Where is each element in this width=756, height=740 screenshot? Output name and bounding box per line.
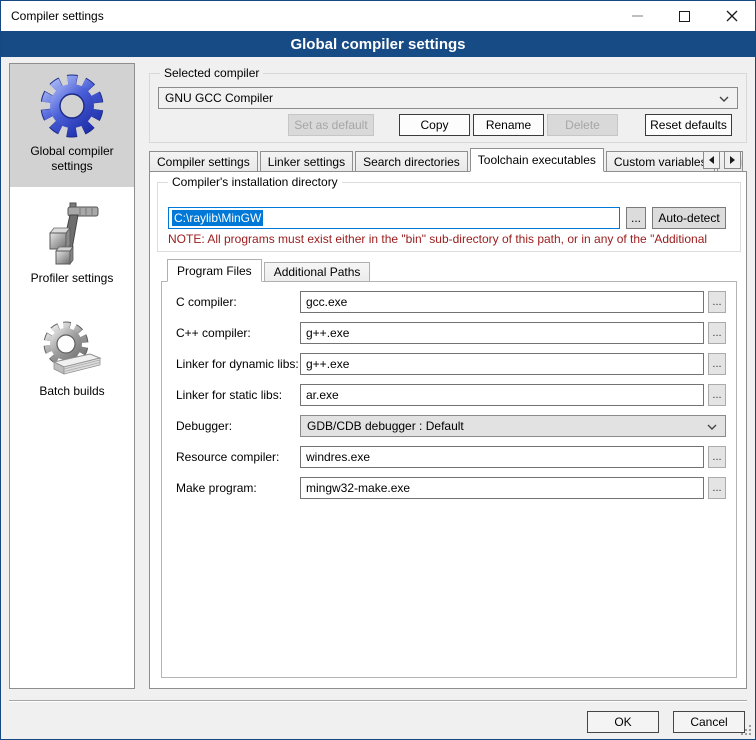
tab-custom-variables[interactable]: Custom variables <box>606 151 715 172</box>
sidebar-item-label: Profiler settings <box>10 269 134 290</box>
program-files-page: C compiler: ... C++ compiler: ... Linker… <box>161 281 737 678</box>
dynamic-linker-input[interactable] <box>300 353 704 375</box>
group-label: Selected compiler <box>160 66 263 80</box>
auto-detect-button[interactable]: Auto-detect <box>652 207 726 229</box>
close-button[interactable] <box>708 1 755 31</box>
cpp-compiler-input[interactable] <box>300 322 704 344</box>
field-row: Resource compiler: ... <box>162 446 736 470</box>
field-row: C++ compiler: ... <box>162 322 736 346</box>
settings-category-list: Global compiler settings <box>9 63 135 689</box>
field-label: Resource compiler: <box>176 450 279 464</box>
maximize-icon <box>679 11 690 22</box>
static-linker-input[interactable] <box>300 384 704 406</box>
resource-compiler-input[interactable] <box>300 446 704 468</box>
browse-button[interactable]: ... <box>708 291 726 313</box>
maximize-button[interactable] <box>661 1 708 31</box>
window-title: Compiler settings <box>11 9 104 23</box>
tab-scroll-left-button[interactable] <box>703 151 720 169</box>
arrow-left-icon <box>709 156 714 164</box>
minimize-button <box>614 1 661 31</box>
browse-button[interactable]: ... <box>708 477 726 499</box>
sidebar-item-profiler-settings[interactable]: Profiler settings <box>10 195 134 290</box>
field-row: Make program: ... <box>162 477 736 501</box>
field-row: Linker for static libs: ... <box>162 384 736 408</box>
caliper-icon <box>40 201 104 269</box>
make-program-input[interactable] <box>300 477 704 499</box>
field-label: Debugger: <box>176 419 232 433</box>
tab-search-directories[interactable]: Search directories <box>355 151 468 172</box>
installation-directory-group: Compiler's installation directory C:\ray… <box>157 182 741 252</box>
selected-path-text: C:\raylib\MinGW <box>172 210 263 226</box>
chevron-down-icon <box>707 424 717 430</box>
debugger-select-value: GDB/CDB debugger : Default <box>307 419 464 433</box>
compiler-select[interactable]: GNU GCC Compiler <box>158 87 738 109</box>
field-row: Linker for dynamic libs: ... <box>162 353 736 377</box>
field-label: Make program: <box>176 481 257 495</box>
reset-defaults-button[interactable]: Reset defaults <box>645 114 732 136</box>
ok-button[interactable]: OK <box>587 711 659 733</box>
sidebar-item-label: Global compiler settings <box>10 142 134 178</box>
field-label: C compiler: <box>176 295 237 309</box>
tab-additional-paths[interactable]: Additional Paths <box>264 262 371 282</box>
compiler-settings-dialog: Compiler settings Global compiler settin… <box>0 0 756 740</box>
field-row: C compiler: ... <box>162 291 736 315</box>
compiler-select-value: GNU GCC Compiler <box>165 91 273 105</box>
sidebar-item-batch-builds[interactable]: Batch builds <box>10 312 134 403</box>
minimize-icon <box>632 15 643 17</box>
resize-grip[interactable] <box>741 725 751 735</box>
sidebar-item-label: Batch builds <box>10 382 134 403</box>
browse-directory-button[interactable]: ... <box>626 207 646 229</box>
close-icon <box>726 10 738 22</box>
debugger-select[interactable]: GDB/CDB debugger : Default <box>300 415 726 437</box>
browse-button[interactable]: ... <box>708 322 726 344</box>
installation-directory-input[interactable]: C:\raylib\MinGW <box>168 207 620 229</box>
sub-tabstrip: Program Files Additional Paths <box>167 258 372 282</box>
browse-button[interactable]: ... <box>708 384 726 406</box>
gray-gear-stack-icon <box>38 318 106 382</box>
group-label: Compiler's installation directory <box>168 175 342 189</box>
field-label: C++ compiler: <box>176 326 251 340</box>
copy-button[interactable]: Copy <box>399 114 470 136</box>
set-as-default-button: Set as default <box>288 114 374 136</box>
bin-subdirectory-note: NOTE: All programs must exist either in … <box>168 232 736 247</box>
c-compiler-input[interactable] <box>300 291 704 313</box>
delete-button: Delete <box>547 114 618 136</box>
footer-divider <box>9 700 747 702</box>
titlebar: Compiler settings <box>1 1 755 31</box>
field-label: Linker for static libs: <box>176 388 282 402</box>
selected-compiler-group: Selected compiler GNU GCC Compiler Set a… <box>149 73 747 143</box>
tab-compiler-settings[interactable]: Compiler settings <box>149 151 258 172</box>
cancel-button[interactable]: Cancel <box>673 711 745 733</box>
rename-button[interactable]: Rename <box>473 114 544 136</box>
main-tabstrip: Compiler settings Linker settings Search… <box>149 148 745 172</box>
sidebar-item-global-compiler-settings[interactable]: Global compiler settings <box>10 64 134 187</box>
field-row: Debugger: GDB/CDB debugger : Default <box>162 415 736 439</box>
arrow-right-icon <box>730 156 735 164</box>
browse-button[interactable]: ... <box>708 446 726 468</box>
blue-gear-icon <box>36 70 108 142</box>
tab-program-files[interactable]: Program Files <box>167 259 262 282</box>
field-label: Linker for dynamic libs: <box>176 357 299 371</box>
tab-toolchain-executables[interactable]: Toolchain executables <box>470 148 604 172</box>
tab-linker-settings[interactable]: Linker settings <box>260 151 353 172</box>
chevron-down-icon <box>719 96 729 102</box>
tab-scroll-right-button[interactable] <box>724 151 741 169</box>
browse-button[interactable]: ... <box>708 353 726 375</box>
dialog-banner: Global compiler settings <box>1 31 755 57</box>
